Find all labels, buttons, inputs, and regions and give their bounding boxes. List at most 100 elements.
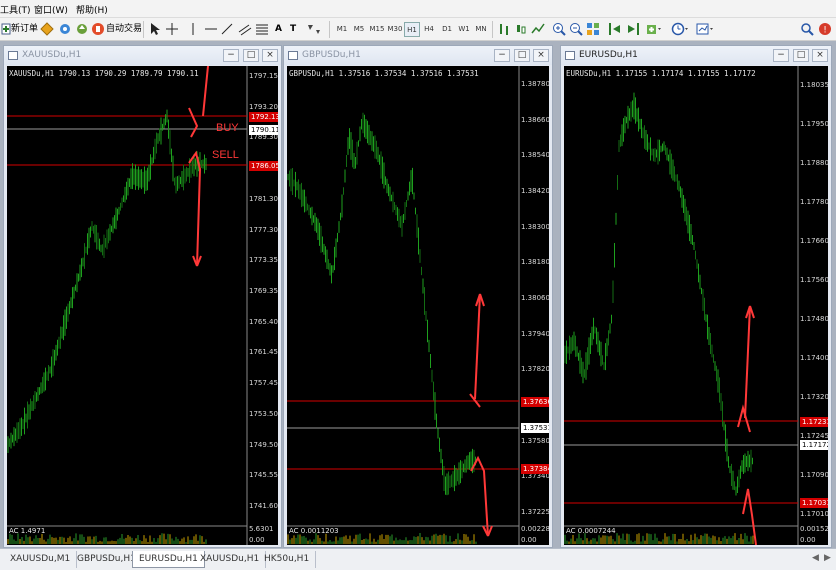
line-chart-icon[interactable] [531,22,545,36]
price-tick-label: 1793.20 [249,102,278,111]
menu-help[interactable]: 帮助(H) [76,3,108,16]
price-tick-label: 1.38300 [521,222,549,231]
equidistant-channel-icon[interactable] [238,22,252,36]
fibonacci-icon[interactable] [255,22,269,36]
price-chart-svg[interactable] [564,66,828,545]
price-tick-label: 1.17090 [800,471,828,479]
indicator-zero: 0.00 [800,536,816,544]
tile-windows-icon[interactable] [586,22,600,36]
minimize-button[interactable]: − [773,49,789,62]
price-candles [287,112,476,496]
crosshair-icon[interactable] [165,22,179,36]
price-tick-label: 1773.35 [249,256,278,265]
bar-chart-icon[interactable] [497,22,511,36]
menu-bar: 工具(T) 窗口(W) 帮助(H) [0,0,836,18]
price-chart[interactable]: GBPUSDu,H1 1.37516 1.37534 1.37516 1.375… [287,66,549,545]
periods-clock-icon[interactable] [671,22,688,36]
timeframe-mn-button[interactable]: MN [473,22,489,37]
search-icon[interactable] [800,22,814,36]
trendline-icon[interactable] [220,22,234,36]
metaeditor-icon[interactable] [40,22,54,36]
price-tick-label: 1745.55 [249,471,278,480]
price-chart-svg[interactable] [7,66,278,545]
maximize-button[interactable]: □ [243,49,259,62]
auto-trading-button[interactable]: 自动交易 [106,21,142,38]
chart-window-titlebar[interactable]: EURUSDu,H1 − □ × [561,46,831,65]
market-watch-icon[interactable] [58,22,72,36]
price-tick-label: 1.38780 [521,80,549,88]
buy-price-badge: 1792.13 [249,112,278,122]
price-tick-label: 1.38420 [521,187,549,195]
timeframe-w1-button[interactable]: W1 [456,22,472,37]
chart-shift-icon[interactable] [626,22,640,36]
templates-icon[interactable] [696,22,713,36]
chart-window-titlebar[interactable]: GBPUSDu,H1 − □ × [284,46,552,65]
price-tick-label: 1.37580 [521,436,549,445]
chart-window-gbpusd[interactable]: GBPUSDu,H1 − □ × GBPUSDu,H1 1.37516 1.37… [283,45,553,548]
symbol-info: EURUSDu,H1 1.17155 1.17174 1.17155 1.171… [566,69,756,78]
price-tick-label: 1753.50 [249,409,278,418]
chart-window-xauusd[interactable]: XAUUSDu,H1 − □ × XAUUSDu,H1 1790.13 1790… [3,45,282,548]
candlestick-icon[interactable] [514,22,528,36]
timeframe-m15-button[interactable]: M15 [369,22,385,37]
chart-window-titlebar[interactable]: XAUUSDu,H1 − □ × [4,46,281,65]
horizontal-line-icon[interactable] [204,22,218,36]
new-order-button[interactable]: 新订单 [11,21,38,38]
shapes-dropdown-icon[interactable] [306,22,320,36]
price-chart[interactable]: XAUUSDu,H1 1790.13 1790.29 1789.79 1790.… [7,66,278,545]
zoom-out-icon[interactable] [569,22,583,36]
notifications-icon[interactable]: ! [818,22,832,36]
price-tick-label: 1.17245 [800,432,828,440]
price-tick-label: 1.17480 [800,315,828,323]
timeframe-h1-button[interactable]: H1 [404,22,420,37]
text-tool-button[interactable]: A [275,21,282,38]
timeframe-m30-button[interactable]: M30 [387,22,403,37]
price-tick-label: 1.17400 [800,354,828,362]
timeframe-m5-button[interactable]: M5 [351,22,367,37]
maximize-button[interactable]: □ [514,49,530,62]
signals-icon[interactable] [75,22,89,36]
toolbar-separator [143,21,144,38]
tab-scroll-left-icon[interactable]: ◀ [812,553,819,563]
close-button[interactable]: × [262,49,278,62]
current-price-badge: 1790.11 [249,125,278,135]
timeframe-m1-button[interactable]: M1 [334,22,350,37]
autoscroll-icon[interactable] [608,22,622,36]
maximize-button[interactable]: □ [793,49,809,62]
text-label-tool-button[interactable]: T [290,21,296,38]
close-button[interactable]: × [533,49,549,62]
menu-tools[interactable]: 工具(T) [0,3,31,16]
vertical-line-icon[interactable] [186,22,200,36]
indicator-label: AC 0.0007244 [566,527,616,535]
price-tick-label: 1781.30 [249,194,278,203]
indicator-max: 5.6301 [249,525,274,533]
close-button[interactable]: × [812,49,828,62]
sell-price-badge: 1.17031 [800,498,828,508]
chart-window-eurusd[interactable]: EURUSDu,H1 − □ × EURUSDu,H1 1.17155 1.17… [560,45,832,548]
tab-xauusd-m1[interactable]: XAUUSDu,M1 [4,551,78,568]
timeframe-d1-button[interactable]: D1 [439,22,455,37]
price-tick-label: 1.17660 [800,237,828,245]
minimize-button[interactable]: − [223,49,239,62]
tab-xauusd-h1[interactable]: XAUUSDu,H1 [194,551,267,568]
chart-window-icon [288,51,298,60]
price-chart-svg[interactable] [287,66,549,545]
buy-price-badge: 1.37636 [521,397,549,407]
zoom-in-icon[interactable] [552,22,566,36]
tab-hk50-h1[interactable]: HK50u,H1 [258,551,317,568]
price-tick-label: 1.18035 [800,81,828,89]
minimize-button[interactable]: − [494,49,510,62]
cursor-icon[interactable] [148,22,162,36]
price-chart[interactable]: EURUSDu,H1 1.17155 1.17174 1.17155 1.171… [564,66,828,545]
current-price-badge: 1.17172 [800,440,828,450]
price-tick-label: 1.37820 [521,365,549,374]
menu-window[interactable]: 窗口(W) [34,3,68,16]
tab-scroll-right-icon[interactable]: ▶ [824,553,831,563]
timeframe-h4-button[interactable]: H4 [421,22,437,37]
price-tick-label: 1.17560 [800,276,828,284]
chart-window-title: XAUUSDu,H1 [22,50,82,60]
indicators-icon[interactable] [646,22,661,36]
auto-trading-icon [91,22,105,36]
price-tick-label: 1.17950 [800,120,828,128]
price-tick-label: 1.38060 [521,294,549,302]
